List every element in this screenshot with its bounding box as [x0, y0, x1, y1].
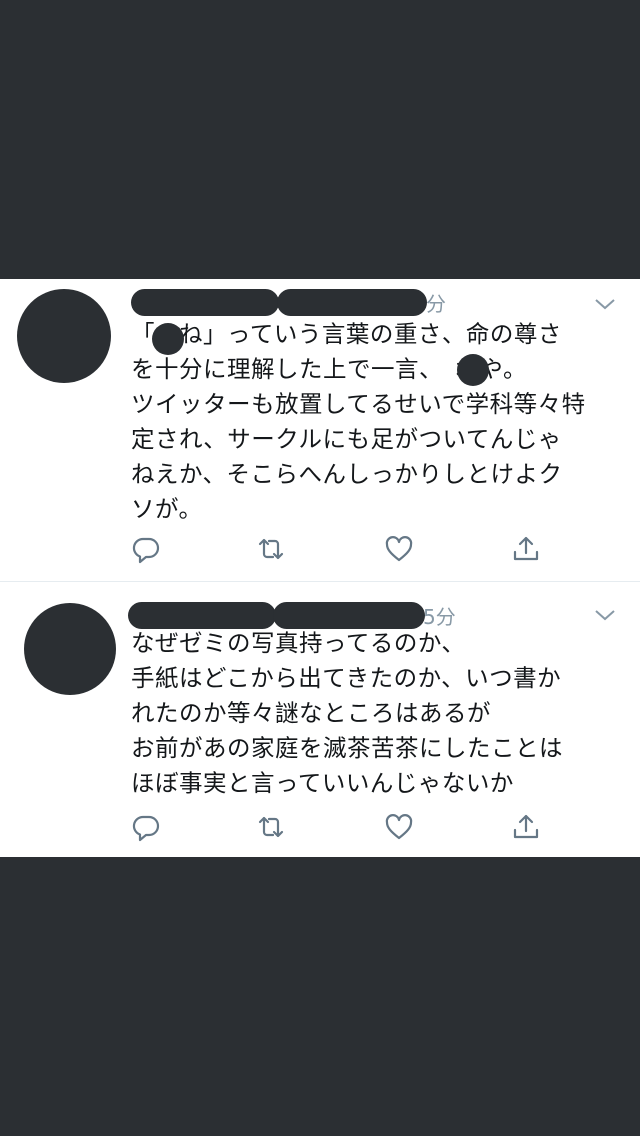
redacted-handle [277, 289, 427, 316]
tweet-actions [0, 534, 640, 564]
tweet-card[interactable]: 5分 なぜゼミの写真持ってるのか、 手紙はどこから出てきたのか、いつ書か れたの… [0, 581, 640, 857]
share-icon[interactable] [511, 812, 541, 842]
chevron-down-icon[interactable] [594, 297, 616, 311]
redacted-name [131, 289, 279, 316]
redaction-mark [457, 354, 489, 386]
reply-icon[interactable] [131, 534, 161, 564]
tweet-actions [0, 812, 640, 842]
like-icon[interactable] [384, 812, 414, 842]
top-dark-area [0, 0, 640, 279]
retweet-icon[interactable] [256, 534, 286, 564]
reply-icon[interactable] [131, 812, 161, 842]
chevron-down-icon[interactable] [594, 608, 616, 622]
tweet-timestamp: 分 [426, 292, 446, 316]
bottom-dark-area [0, 857, 640, 1136]
share-icon[interactable] [511, 534, 541, 564]
like-icon[interactable] [384, 534, 414, 564]
tweet-text: なぜゼミの写真持ってるのか、 手紙はどこから出てきたのか、いつ書か れたのか等々… [131, 629, 563, 797]
tweet-card[interactable]: 分 「 ね」っていう言葉の重さ、命の尊さ を十分に理解した上で一言、 ねや。 ツ… [0, 279, 640, 581]
avatar[interactable] [17, 289, 111, 383]
retweet-icon[interactable] [256, 812, 286, 842]
avatar[interactable] [24, 603, 116, 695]
redacted-handle [273, 602, 425, 629]
redacted-name [128, 602, 276, 629]
redaction-mark [152, 323, 184, 355]
tweet-text: 「 ね」っていう言葉の重さ、命の尊さ を十分に理解した上で一言、 ねや。 ツイッ… [131, 320, 586, 523]
